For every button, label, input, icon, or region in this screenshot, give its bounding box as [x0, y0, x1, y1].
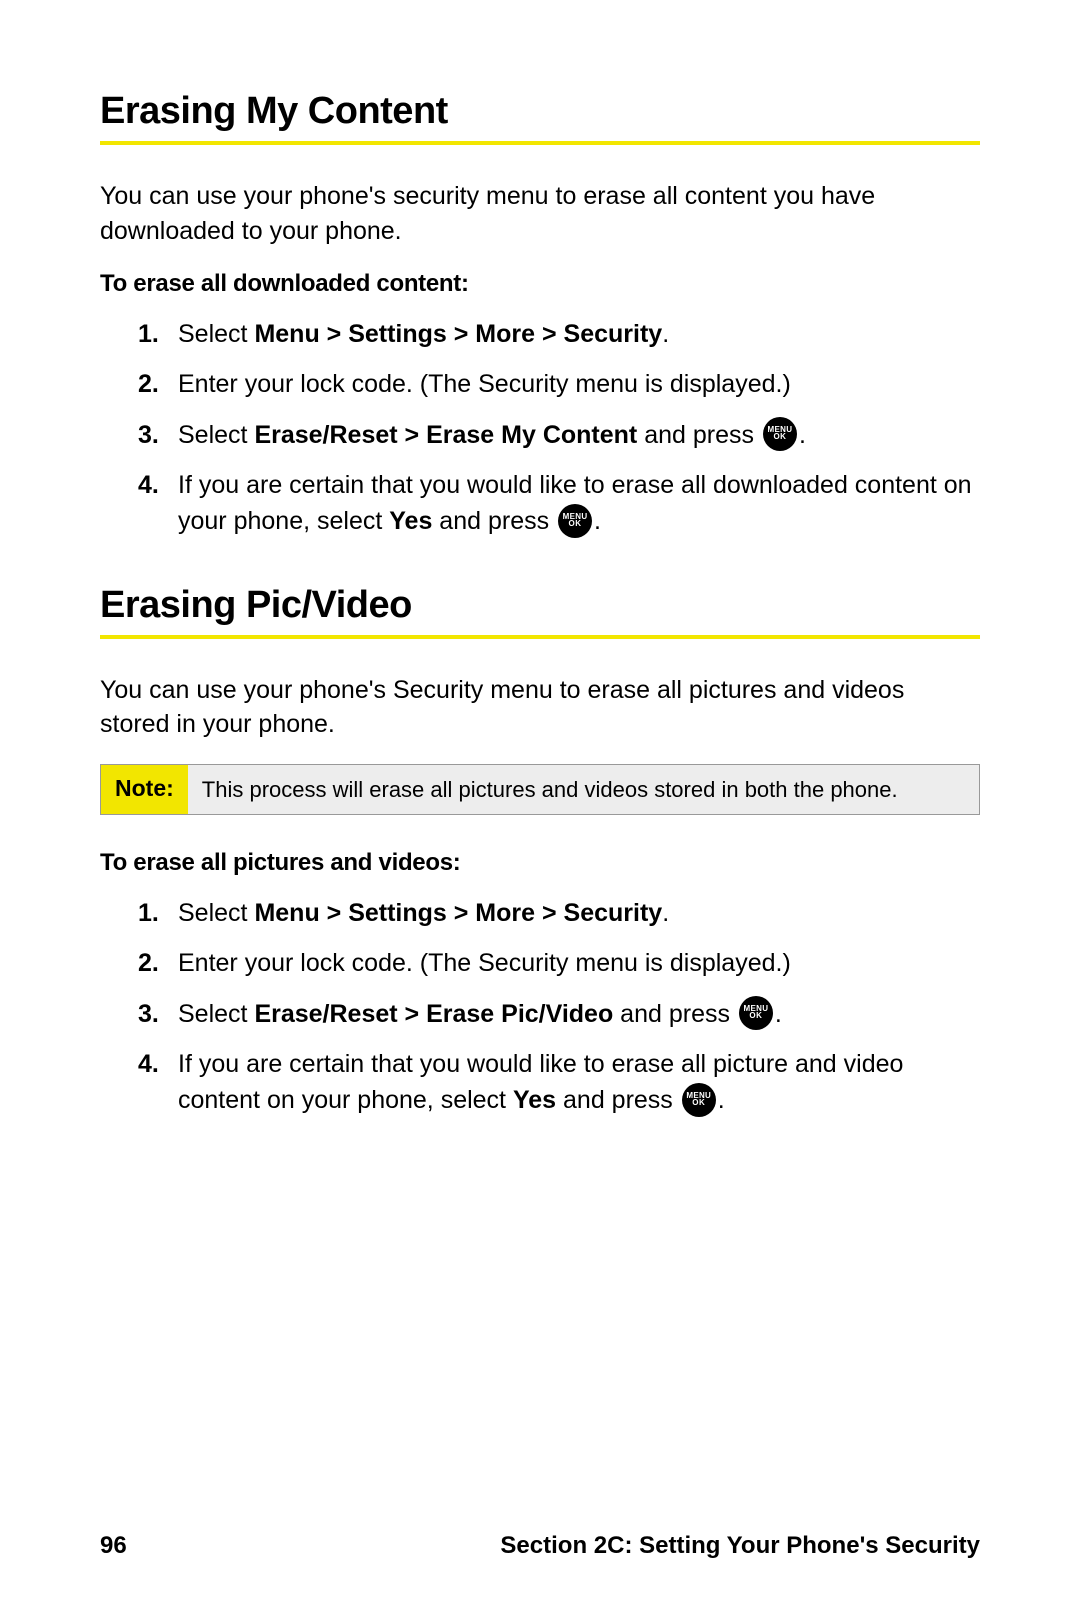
heading-erasing-my-content: Erasing My Content [100, 90, 980, 133]
list-item: Select Erase/Reset > Erase My Content an… [100, 417, 980, 453]
step-text: . [799, 421, 806, 449]
menu-path: Menu > Settings > More > Security [254, 899, 662, 927]
step-text: . [775, 1000, 782, 1028]
menu-path: Erase/Reset > Erase My Content [254, 421, 637, 449]
step-text: Select [178, 1000, 254, 1028]
step-text: and press [637, 421, 761, 449]
step-text: . [594, 507, 601, 535]
heading-erasing-pic-video: Erasing Pic/Video [100, 584, 980, 627]
menu-ok-button-icon: MENUOK [763, 417, 797, 451]
step-text: Select [178, 899, 254, 927]
step-text: and press [556, 1086, 680, 1114]
note-label: Note: [101, 765, 188, 815]
step-text: . [662, 899, 669, 927]
list-item: Select Menu > Settings > More > Security… [100, 316, 980, 352]
heading-rule [100, 141, 980, 145]
subhead-erase-picvideo: To erase all pictures and videos: [100, 849, 980, 877]
steps-list-picvideo: Select Menu > Settings > More > Security… [100, 895, 980, 1119]
footer-title: Section 2C: Setting Your Phone's Securit… [500, 1532, 980, 1560]
list-item: Select Erase/Reset > Erase Pic/Video and… [100, 996, 980, 1032]
step-text: Select [178, 320, 254, 348]
yes-label: Yes [513, 1086, 556, 1114]
page-footer: 96 Section 2C: Setting Your Phone's Secu… [100, 1512, 980, 1560]
list-item: Select Menu > Settings > More > Security… [100, 895, 980, 931]
step-text: Select [178, 421, 254, 449]
step-text: . [662, 320, 669, 348]
note-text: This process will erase all pictures and… [188, 765, 979, 815]
yes-label: Yes [389, 507, 432, 535]
step-text: and press [432, 507, 556, 535]
list-item: If you are certain that you would like t… [100, 1046, 980, 1119]
page-content: Erasing My Content You can use your phon… [100, 90, 980, 1512]
menu-ok-button-icon: MENUOK [558, 504, 592, 538]
step-text: Enter your lock code. (The Security menu… [178, 370, 791, 398]
subhead-erase-content: To erase all downloaded content: [100, 270, 980, 298]
menu-ok-button-icon: MENUOK [682, 1083, 716, 1117]
menu-ok-button-icon: MENUOK [739, 996, 773, 1030]
list-item: Enter your lock code. (The Security menu… [100, 945, 980, 981]
menu-path: Erase/Reset > Erase Pic/Video [254, 1000, 613, 1028]
menu-path: Menu > Settings > More > Security [254, 320, 662, 348]
intro-paragraph: You can use your phone's security menu t… [100, 179, 980, 248]
page-number: 96 [100, 1532, 127, 1560]
step-text: . [718, 1086, 725, 1114]
step-text: Enter your lock code. (The Security menu… [178, 949, 791, 977]
list-item: Enter your lock code. (The Security menu… [100, 366, 980, 402]
heading-rule [100, 635, 980, 639]
step-text: and press [613, 1000, 737, 1028]
list-item: If you are certain that you would like t… [100, 467, 980, 540]
intro-paragraph: You can use your phone's Security menu t… [100, 673, 980, 742]
steps-list-content: Select Menu > Settings > More > Security… [100, 316, 980, 540]
note-box: Note: This process will erase all pictur… [100, 764, 980, 816]
